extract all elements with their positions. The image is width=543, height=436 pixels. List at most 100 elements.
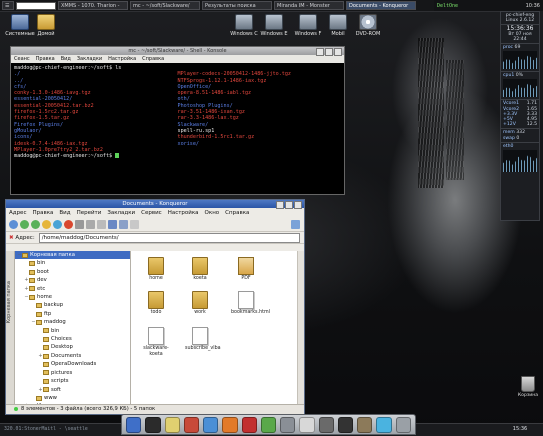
tree-item[interactable]: − home [15,293,130,301]
camera-icon[interactable] [318,416,334,433]
bottom-clock[interactable]: 15:36 [500,424,540,434]
reload-icon[interactable] [53,219,62,229]
trash-dock-icon[interactable] [395,416,411,433]
tree-item[interactable]: + Documents [15,352,130,360]
firefox-icon[interactable] [222,416,238,433]
konqueror-menu-item[interactable]: Справка [225,210,249,216]
taskbar-item[interactable]: mc - ~/soft/Slackware/ [130,1,200,10]
file-item[interactable]: slackware-koeta [141,327,171,357]
file-view-scrollbar[interactable] [297,251,304,405]
tree-item[interactable]: OperaDownloads [15,360,130,368]
home-icon[interactable] [42,219,51,229]
file-item[interactable]: subscribe_vlba [185,327,221,352]
terminal-output[interactable]: maddog@pc-chief-engineer:~/soft$ ls ./MP… [11,63,344,161]
konqueror-menu-item[interactable]: Адрес [9,210,26,216]
tree-item-label: bin [51,327,60,334]
taskbar-item[interactable]: Documents - Konqueror [346,1,416,10]
konsole-titlebar[interactable]: mc - ~/soft/Slackware/ - Shell - Konsole [11,47,344,56]
kde-gear-icon[interactable] [291,219,300,229]
tree-item[interactable]: + dev [15,276,130,284]
gimp-icon[interactable] [357,416,373,433]
folder-tree[interactable]: − Корневая папка bin boot + dev + etc − home backu… [15,251,131,405]
editor-icon[interactable] [299,416,315,433]
music-icon[interactable] [260,416,277,433]
tree-item[interactable]: + soft [15,386,130,394]
tray-clock[interactable]: 10:36 [526,3,540,9]
forward-arrow-icon[interactable] [31,219,40,229]
icon-view-icon[interactable] [108,219,117,229]
tree-item[interactable]: ftp [15,310,130,318]
konsole-menu-item[interactable]: Настройка [108,56,136,62]
konsole-menu-item[interactable]: Вид [61,56,71,62]
file-view[interactable]: home koeta PDF todo work bookmarks.html slackw… [131,251,304,405]
taskbar-item[interactable]: Результаты поиска [202,1,272,10]
maximize-icon[interactable] [285,201,293,209]
minimize-icon[interactable] [276,201,284,209]
konsole-menu-item[interactable]: Сеанс [14,56,30,62]
tree-item[interactable]: boot [15,268,130,276]
konqueror-titlebar[interactable]: Documents - Konqueror [6,200,304,209]
minimize-icon[interactable] [316,48,324,56]
taskbar-item[interactable]: XMMS - 1070. Tharion - [58,1,128,10]
settings-icon[interactable] [280,416,296,433]
run-command-input[interactable] [16,1,56,10]
stop-icon[interactable] [64,219,73,229]
konqueror-menu-item[interactable]: Вид [59,210,70,216]
maximize-icon[interactable] [325,48,333,56]
tree-item[interactable]: − Корневая папка [15,251,130,260]
tree-item[interactable]: − maddog [15,318,130,326]
navigation-panel-strip[interactable]: Корневая папка [6,251,15,405]
tree-item[interactable]: pictures [15,369,130,377]
tree-item[interactable]: bin [15,259,130,267]
taskbar-item[interactable]: Miranda IM - Monster [274,1,344,10]
file-item[interactable]: home [141,257,171,282]
tree-item[interactable]: www [15,394,130,402]
chat-icon[interactable] [376,416,392,433]
konqueror-window[interactable]: Documents - Konqueror Адрес Правка Вид Пере… [5,199,305,415]
up-arrow-icon[interactable] [9,219,18,229]
copy-icon[interactable] [86,219,95,229]
desktop-icon[interactable]: Домой [28,14,64,37]
paste-icon[interactable] [97,219,106,229]
file-item[interactable]: PDF [231,257,261,282]
konqueror-menu-item[interactable]: Настройка [168,210,199,216]
konsole-menu-item[interactable]: Правка [36,56,55,62]
konqueror-menu-item[interactable]: Окно [205,210,220,216]
browser-icon[interactable] [203,416,219,433]
konqueror-menu-item[interactable]: Правка [32,210,53,216]
file-item[interactable]: work [185,291,215,316]
tree-item[interactable]: Desktop [15,343,130,351]
konsole-window[interactable]: mc - ~/soft/Slackware/ - Shell - Konsole… [10,46,345,195]
konqueror-menu-item[interactable]: Закладки [107,210,135,216]
konsole-menu-item[interactable]: Закладки [77,56,102,62]
file-item[interactable]: koeta [185,257,215,282]
file-item[interactable]: todo [141,291,171,316]
desktop-trash[interactable]: Корзина [517,376,539,398]
kmenu-button[interactable]: ☰ [2,1,14,10]
konqueror-menu-item[interactable]: Перейти [77,210,102,216]
cut-icon[interactable] [75,219,84,229]
tree-item[interactable]: backup [15,301,130,309]
konsole-menu-item[interactable]: Справка [142,56,164,62]
list-view-icon[interactable] [119,219,128,229]
detail-view-icon[interactable] [130,219,139,229]
tree-item[interactable]: bin [15,327,130,335]
file-item[interactable]: bookmarks.html [231,291,270,316]
clear-address-icon[interactable]: ✖ [9,235,14,241]
tree-item[interactable]: scripts [15,377,130,385]
shell-icon[interactable] [337,416,354,433]
tree-item[interactable]: + etc [15,285,130,293]
kmail-icon[interactable] [183,416,200,433]
close-icon[interactable] [294,201,302,209]
konqueror-menu-item[interactable]: Сервис [141,210,162,216]
desktop-icon[interactable]: DVD-ROM [350,14,386,37]
back-arrow-icon[interactable] [20,219,29,229]
opera-icon[interactable] [241,416,257,433]
desktop-icon[interactable]: Windows E [256,14,292,37]
close-icon[interactable] [334,48,342,56]
address-input[interactable]: /home/maddog/Documents/ [38,232,300,243]
tree-item[interactable]: Choices [15,335,130,343]
konqueror-icon[interactable] [126,416,142,433]
terminal-icon[interactable] [145,416,161,433]
mail-icon[interactable] [164,416,180,433]
